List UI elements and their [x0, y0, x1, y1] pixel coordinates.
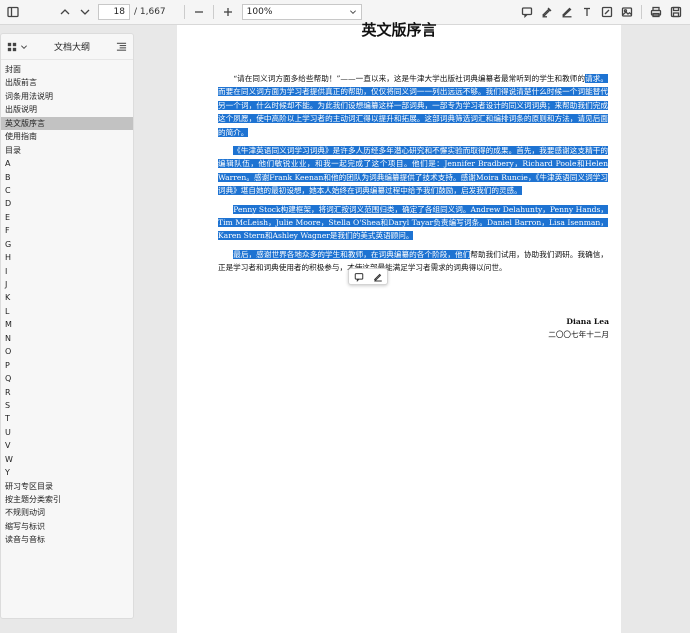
outline-item[interactable]: F — [1, 224, 133, 237]
highlight-icon[interactable] — [373, 272, 383, 282]
outline-item[interactable]: 使用指南 — [1, 130, 133, 143]
save-icon[interactable] — [666, 2, 686, 22]
outline-item[interactable]: Y — [1, 466, 133, 479]
divider — [183, 5, 185, 19]
outline-item[interactable]: U — [1, 426, 133, 439]
outline-item[interactable]: W — [1, 453, 133, 466]
document-page: 英文版序言 “请在同义词方面多给些帮助！”——一直以来，这是牛津大学出版社词典编… — [177, 21, 621, 633]
selected-text[interactable]: Penny Stock构建框架，将词汇按词义范围归类，确定了各组同义词。Andr… — [218, 204, 609, 241]
viewer-background — [621, 25, 690, 633]
outline-item[interactable]: 出版说明 — [1, 103, 133, 116]
sidebar-toggle-icon[interactable] — [3, 2, 23, 22]
outline-item[interactable]: O — [1, 345, 133, 358]
outline-item[interactable]: S — [1, 399, 133, 412]
chevron-down-icon[interactable] — [75, 2, 95, 22]
text-run: “请在同义词方面多给些帮助！”——一直以来，这是牛津大学出版社词典编纂者最常听到… — [233, 74, 586, 83]
zoom-select[interactable]: 100% — [241, 4, 362, 20]
outline-item[interactable]: 封面 — [1, 63, 133, 76]
outline-item[interactable]: 词条用法说明 — [1, 90, 133, 103]
print-icon[interactable] — [646, 2, 666, 22]
outline-item[interactable]: C — [1, 184, 133, 197]
divider — [212, 5, 214, 19]
page-total: / 1,667 — [134, 7, 166, 17]
divider — [641, 5, 642, 19]
outline-view-icon[interactable] — [7, 42, 28, 52]
outline-item[interactable]: N — [1, 332, 133, 345]
chevron-down-icon — [349, 10, 356, 14]
outline-item[interactable]: 出版前言 — [1, 76, 133, 89]
outline-options-icon[interactable] — [116, 41, 127, 52]
comment-icon[interactable] — [354, 272, 364, 282]
outline-item[interactable]: T — [1, 412, 133, 425]
outline-item[interactable]: I — [1, 265, 133, 278]
outline-item[interactable]: A — [1, 157, 133, 170]
outline-item[interactable]: 研习专区目录 — [1, 480, 133, 493]
sidebar-title: 文档大纲 — [53, 43, 90, 53]
outline-item[interactable]: M — [1, 318, 133, 331]
outline-item[interactable]: V — [1, 439, 133, 452]
outline-item[interactable]: J — [1, 278, 133, 291]
outline-item[interactable]: H — [1, 251, 133, 264]
outline-item[interactable]: 目录 — [1, 144, 133, 157]
outline-item[interactable]: R — [1, 386, 133, 399]
signature-date: 二〇〇七年十二月 — [548, 330, 609, 339]
outline-item[interactable]: 缩写与标识 — [1, 520, 133, 533]
page-title: 英文版序言 — [361, 21, 437, 39]
selected-text[interactable]: 最后，感谢世界各地众多的学生和教师，在词典编纂的各个阶段，他们 — [233, 249, 471, 259]
outline-item[interactable]: L — [1, 305, 133, 318]
page-number-input[interactable]: 18 — [98, 4, 130, 20]
outline-item[interactable]: Q — [1, 372, 133, 385]
outline-item[interactable]: D — [1, 197, 133, 210]
chevron-up-icon[interactable] — [55, 2, 75, 22]
outline-item[interactable]: 按主题分类索引 — [1, 493, 133, 506]
paragraph: 《牛津英语同义词学习词典》是许多人历经多年潜心研究和不懈实验而取得的成果。首先，… — [218, 144, 608, 198]
sidebar-header: 文档大纲 — [1, 34, 133, 60]
selection-toolbar — [348, 268, 388, 285]
paragraph: 最后，感谢世界各地众多的学生和教师，在词典编纂的各个阶段，他们帮助我们试用，协助… — [218, 248, 608, 275]
paragraph: Penny Stock构建框架，将词汇按词义范围归类，确定了各组同义词。Andr… — [218, 203, 609, 243]
selected-text[interactable]: 《牛津英语同义词学习词典》是许多人历经多年潜心研究和不懈实验而取得的成果。首先，… — [218, 146, 608, 196]
signature-name: Diana Lea — [566, 317, 609, 326]
outline-item[interactable]: P — [1, 359, 133, 372]
document-body[interactable]: “请在同义词方面多给些帮助！”——一直以来，这是牛津大学出版社词典编纂者最常听到… — [218, 72, 609, 280]
paragraph: “请在同义词方面多给些帮助！”——一直以来，这是牛津大学出版社词典编纂者最常听到… — [218, 72, 608, 139]
outline-item[interactable]: B — [1, 171, 133, 184]
outline-item[interactable]: 读音与音标 — [1, 533, 133, 546]
outline-item[interactable]: K — [1, 291, 133, 304]
zoom-value: 100% — [246, 7, 273, 17]
outline-item[interactable]: 不规则动词 — [1, 506, 133, 519]
outline-list: 封面 出版前言 词条用法说明 出版说明 英文版序言 使用指南 目录 A B C D E F G H I J K L M… — [1, 60, 133, 547]
outline-item[interactable]: E — [1, 211, 133, 224]
outline-item[interactable]: 英文版序言 — [1, 116, 133, 131]
selected-text[interactable]: 请求。而要在同义词方面为学习者提供真正的帮助，仅仅将同义词一一列出远远不够。我们… — [218, 74, 608, 137]
outline-sidebar: 文档大纲 封面 出版前言 词条用法说明 出版说明 英文版序言 使用指南 目录 A B C D E F G H… — [0, 33, 134, 619]
outline-item[interactable]: G — [1, 238, 133, 251]
